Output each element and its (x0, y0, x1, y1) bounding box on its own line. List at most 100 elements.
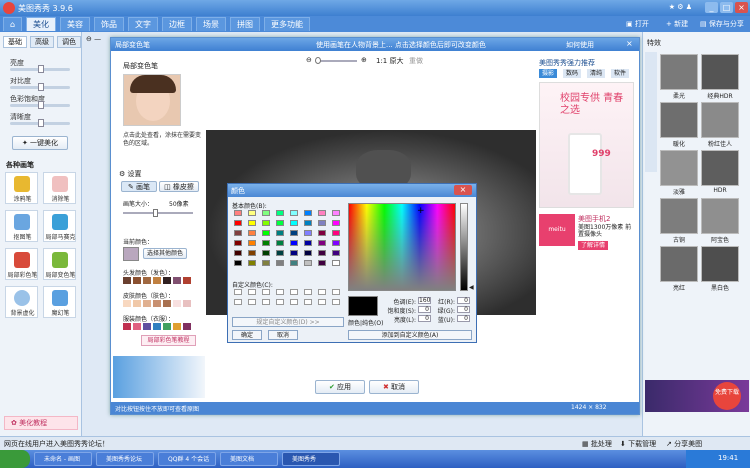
basic-color-swatch[interactable] (332, 210, 340, 216)
subtab-basic[interactable]: 基础 (3, 36, 27, 48)
tool-cutout-brush[interactable]: 抠图笔 (5, 210, 38, 242)
saturation-input[interactable]: 0 (418, 306, 431, 313)
basic-color-swatch[interactable] (234, 240, 242, 246)
tool-eraser-brush[interactable]: 消除笔 (43, 172, 76, 204)
basic-color-swatch[interactable] (304, 240, 312, 246)
effect-thumb[interactable] (701, 54, 739, 90)
basic-color-swatch[interactable] (276, 250, 284, 256)
promo-tab-photo[interactable]: 摄影 (539, 69, 557, 78)
basic-color-swatch[interactable] (332, 230, 340, 236)
promo-ad[interactable]: 校园专供 青春之选 999 (539, 82, 634, 208)
basic-color-swatch[interactable] (248, 260, 256, 266)
save-button[interactable]: ▤ 保存与分享 (700, 19, 744, 29)
tab-scene[interactable]: 场景 (196, 17, 226, 31)
new-button[interactable]: + 新建 (666, 19, 688, 29)
saturation-knob[interactable] (38, 101, 44, 109)
taskbar-item[interactable]: 美图文档 (220, 452, 278, 466)
effects-category-strip[interactable] (645, 52, 657, 172)
basic-color-swatch[interactable] (248, 210, 256, 216)
effect-thumb[interactable] (660, 198, 698, 234)
basic-color-swatch[interactable] (248, 230, 256, 236)
color-cancel-button[interactable]: 取消 (268, 330, 298, 340)
free-download-badge[interactable]: 免费下载 (713, 382, 741, 410)
basic-color-swatch[interactable] (248, 250, 256, 256)
basic-color-swatch[interactable] (234, 250, 242, 256)
basic-color-swatch[interactable] (332, 240, 340, 246)
phone-details-button[interactable]: 了解详情 (578, 241, 608, 250)
promo-tab-digital[interactable]: 数码 (563, 69, 581, 78)
tab-frame[interactable]: 边框 (162, 17, 192, 31)
basic-color-swatch[interactable] (318, 220, 326, 226)
color-ok-button[interactable]: 确定 (232, 330, 262, 340)
contrast-slider[interactable] (10, 83, 70, 91)
tool-doodle-brush[interactable]: 涂鸦笔 (5, 172, 38, 204)
basic-color-swatch[interactable] (234, 230, 242, 236)
basic-color-swatch[interactable] (262, 230, 270, 236)
basic-color-swatch[interactable] (276, 230, 284, 236)
share-button[interactable]: ↗ 分享美图 (666, 439, 702, 449)
basic-color-swatch[interactable] (318, 250, 326, 256)
color-dialog-close-icon[interactable]: × (454, 185, 472, 195)
basic-color-swatch[interactable] (262, 260, 270, 266)
basic-color-swatch[interactable] (248, 220, 256, 226)
basic-color-swatch[interactable] (318, 230, 326, 236)
download-manager-button[interactable]: ⬇ 下载管理 (620, 439, 656, 449)
promo-tab-fresh[interactable]: 清纯 (587, 69, 605, 78)
taskbar-item[interactable]: QQ群 4 个会话 (158, 452, 216, 466)
add-to-custom-button[interactable]: 添加到自定义颜色(A) (348, 330, 472, 340)
current-color-swatch[interactable] (123, 247, 139, 261)
basic-color-swatch[interactable] (262, 220, 270, 226)
basic-color-swatch[interactable] (290, 260, 298, 266)
effect-thumb[interactable] (701, 102, 739, 138)
basic-color-swatch[interactable] (332, 250, 340, 256)
tool-magic-brush[interactable]: 魔幻笔 (43, 286, 76, 318)
taskbar-item[interactable]: 未命名 - 画图 (34, 452, 92, 466)
taskbar-item-active[interactable]: 美图秀秀 (282, 452, 340, 466)
batch-button[interactable]: ▦ 批处理 (582, 439, 612, 449)
maximize-icon[interactable]: □ (720, 2, 733, 13)
saturation-slider[interactable] (10, 101, 70, 109)
basic-color-swatch[interactable] (234, 220, 242, 226)
effect-thumb[interactable] (660, 246, 698, 282)
zoom-out-icon[interactable]: ⊖ (306, 56, 312, 64)
basic-color-swatch[interactable] (304, 220, 312, 226)
erase-mode-button[interactable]: ◫ 橡皮擦 (159, 181, 199, 192)
luminance-arrow-icon[interactable]: ◀ (469, 284, 474, 291)
luminance-bar[interactable] (460, 203, 468, 291)
zoom-slider[interactable] (315, 57, 357, 64)
brightness-slider[interactable] (10, 65, 70, 73)
basic-color-swatch[interactable] (318, 260, 326, 266)
red-input[interactable]: 0 (457, 297, 470, 304)
basic-color-swatch[interactable] (304, 230, 312, 236)
basic-color-swatch[interactable] (290, 220, 298, 226)
brush-size-slider[interactable] (123, 209, 193, 217)
zoom-knob[interactable] (315, 57, 321, 64)
luminance-input[interactable]: 0 (418, 315, 431, 322)
tool-recolor-brush[interactable]: 局部变色笔 (43, 248, 76, 280)
tool-mosaic-brush[interactable]: 局部马赛克 (43, 210, 76, 242)
brush-size-knob[interactable] (153, 209, 158, 217)
basic-color-swatch[interactable] (290, 230, 298, 236)
basic-color-swatch[interactable] (332, 220, 340, 226)
start-button[interactable] (0, 450, 30, 468)
tab-beautify[interactable]: 美化 (26, 17, 56, 31)
basic-color-swatch[interactable] (234, 210, 242, 216)
basic-color-swatch[interactable] (318, 240, 326, 246)
phone-ad-banner[interactable]: 免费下载 (645, 380, 749, 412)
sharpness-knob[interactable] (38, 119, 44, 127)
basic-color-swatch[interactable] (262, 210, 270, 216)
basic-color-swatch[interactable] (234, 260, 242, 266)
close-icon[interactable]: × (735, 2, 748, 13)
choose-color-button[interactable]: 选择其他颜色 (143, 248, 187, 259)
actual-size-button[interactable]: 1:1 原大 (376, 56, 404, 66)
basic-color-swatch[interactable] (290, 210, 298, 216)
basic-color-swatch[interactable] (290, 240, 298, 246)
basic-colors-grid[interactable] (232, 210, 344, 274)
how-to-link[interactable]: 如何使用 (566, 40, 594, 50)
basic-color-swatch[interactable] (332, 260, 340, 266)
minimize-icon[interactable]: _ (705, 2, 718, 13)
color-spectrum[interactable]: + (348, 203, 456, 291)
brightness-knob[interactable] (38, 65, 44, 73)
basic-color-swatch[interactable] (304, 250, 312, 256)
sharpness-slider[interactable] (10, 119, 70, 127)
